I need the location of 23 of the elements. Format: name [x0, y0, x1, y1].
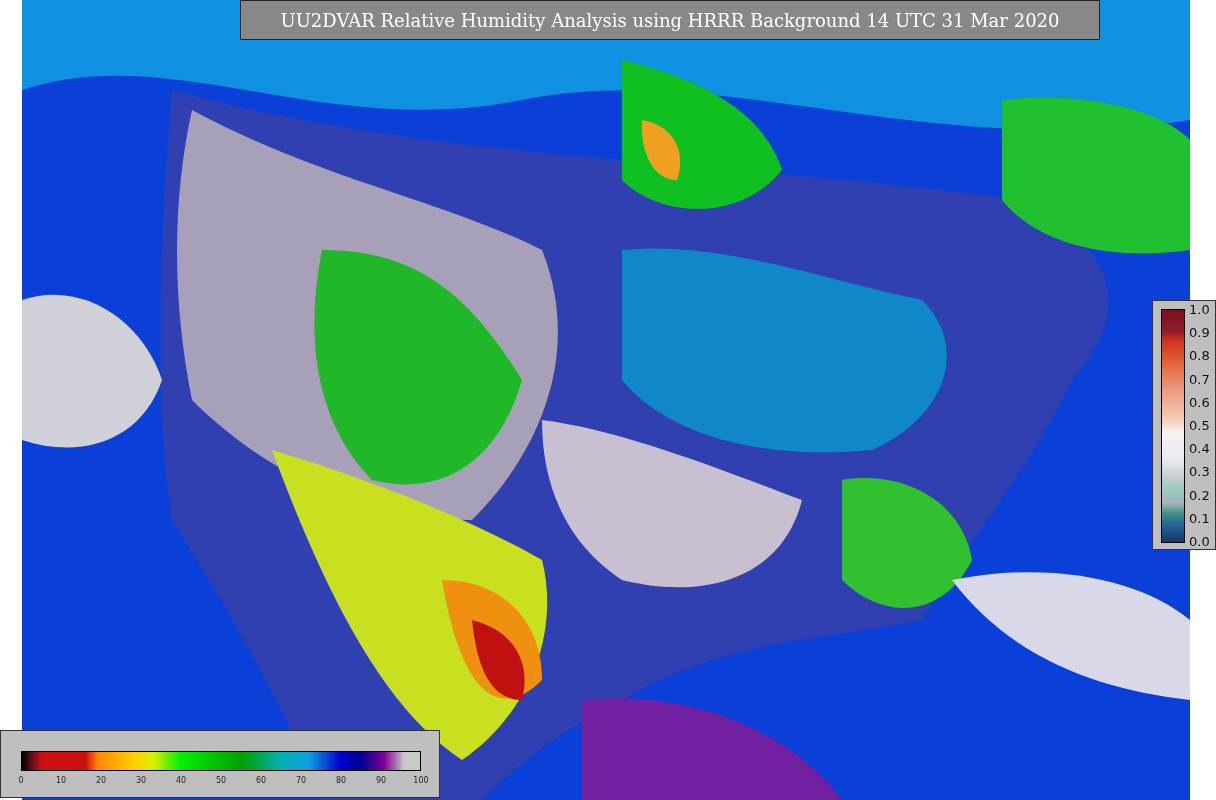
map-title: UU2DVAR Relative Humidity Analysis using HRRR Background 14 UTC 31 Mar 2020 — [240, 0, 1100, 40]
tick-label: 90 — [375, 776, 387, 785]
tick-label: 100 — [413, 776, 429, 785]
tick-label: 0.2 — [1189, 488, 1210, 503]
tick-label: 0.0 — [1189, 534, 1210, 549]
tick-label: 0.6 — [1189, 395, 1210, 410]
tick-label: 10 — [55, 776, 67, 785]
tick-label: 0.8 — [1189, 349, 1210, 364]
tick-label: 30 — [135, 776, 147, 785]
tick-label: 0.3 — [1189, 465, 1210, 480]
tick-label: 20 — [95, 776, 107, 785]
tick-label: 0.1 — [1189, 511, 1210, 526]
tick-label: 0.5 — [1189, 418, 1210, 433]
tick-label: 0 — [18, 776, 24, 785]
tick-label: 0.9 — [1189, 326, 1210, 341]
tick-label: 50 — [215, 776, 227, 785]
tick-label: 80 — [335, 776, 347, 785]
tick-label: 70 — [295, 776, 307, 785]
tick-label: 0.4 — [1189, 442, 1210, 457]
tick-label: 1.0 — [1189, 303, 1210, 317]
tick-label: 40 — [175, 776, 187, 785]
tick-label: 60 — [255, 776, 267, 785]
tick-label: 0.7 — [1189, 372, 1210, 387]
